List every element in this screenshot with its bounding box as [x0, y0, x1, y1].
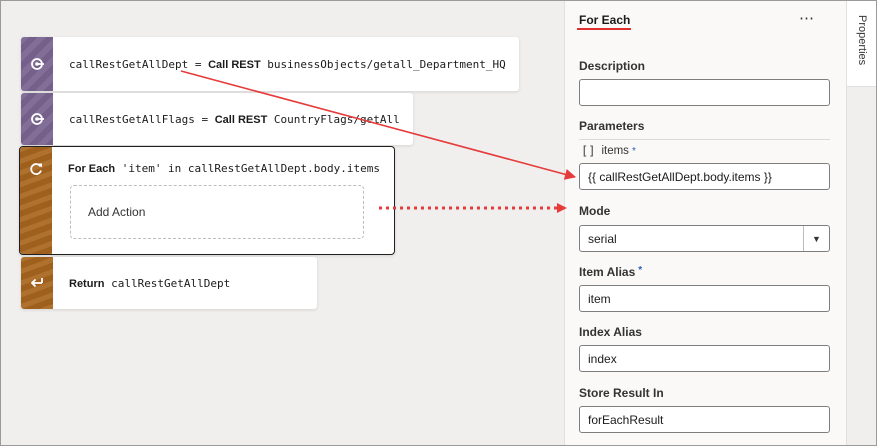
array-icon: []	[581, 144, 596, 158]
param-items: [] items *	[581, 144, 636, 158]
panel-title: For Each	[579, 13, 631, 27]
tab-properties-label: Properties	[856, 15, 868, 66]
item-alias-field[interactable]: item	[579, 285, 830, 312]
return-action-card[interactable]: Return callRestGetAllDept	[21, 257, 317, 309]
add-action-dropzone[interactable]: Add Action	[70, 185, 364, 239]
index-alias-field[interactable]: index	[579, 345, 830, 372]
action-summary: callRestGetAllFlags = Call REST CountryF…	[69, 113, 400, 126]
items-field[interactable]: {{ callRestGetAllDept.body.items }}	[579, 163, 830, 190]
action-strip	[21, 257, 53, 309]
call-rest-action-card[interactable]: callRestGetAllFlags = Call REST CountryF…	[21, 93, 413, 145]
divider	[579, 139, 830, 140]
rest-call-icon	[31, 113, 44, 125]
action-strip	[20, 147, 52, 254]
store-result-label: Store Result In	[579, 386, 664, 400]
tab-properties[interactable]: Properties	[847, 1, 876, 87]
add-action-label: Add Action	[88, 205, 146, 219]
for-each-summary: For Each 'item' in callRestGetAllDept.bo…	[68, 162, 380, 175]
title-underline	[577, 28, 631, 30]
parameters-label: Parameters	[579, 119, 645, 133]
loop-icon	[30, 163, 42, 175]
side-tab-strip: Properties	[846, 1, 876, 445]
mode-value: serial	[588, 232, 617, 246]
store-result-field[interactable]: forEachResult	[579, 406, 830, 433]
for-each-action-card[interactable]: For Each 'item' in callRestGetAllDept.bo…	[19, 146, 395, 255]
properties-panel: For Each ⋯ Description Parameters [] ite…	[564, 1, 846, 445]
chevron-down-icon[interactable]: ▼	[803, 226, 829, 251]
more-options-icon[interactable]: ⋯	[799, 9, 815, 27]
param-name: items	[601, 145, 629, 157]
mode-select[interactable]: serial ▼	[579, 225, 830, 252]
return-icon	[30, 278, 43, 288]
action-strip	[21, 37, 53, 91]
mode-label: Mode	[579, 204, 611, 218]
action-summary: callRestGetAllDept = Call REST businessO…	[69, 58, 506, 71]
description-field[interactable]	[579, 79, 830, 106]
item-alias-label: Item Alias *	[579, 265, 643, 279]
description-label: Description	[579, 59, 646, 73]
action-chain-editor: callRestGetAllDept = Call REST businessO…	[0, 0, 877, 446]
return-summary: Return callRestGetAllDept	[69, 277, 231, 290]
action-strip	[21, 93, 53, 145]
index-alias-label: Index Alias	[579, 325, 642, 339]
required-marker: *	[631, 145, 636, 157]
rest-call-icon	[31, 58, 44, 70]
call-rest-action-card[interactable]: callRestGetAllDept = Call REST businessO…	[21, 37, 519, 91]
